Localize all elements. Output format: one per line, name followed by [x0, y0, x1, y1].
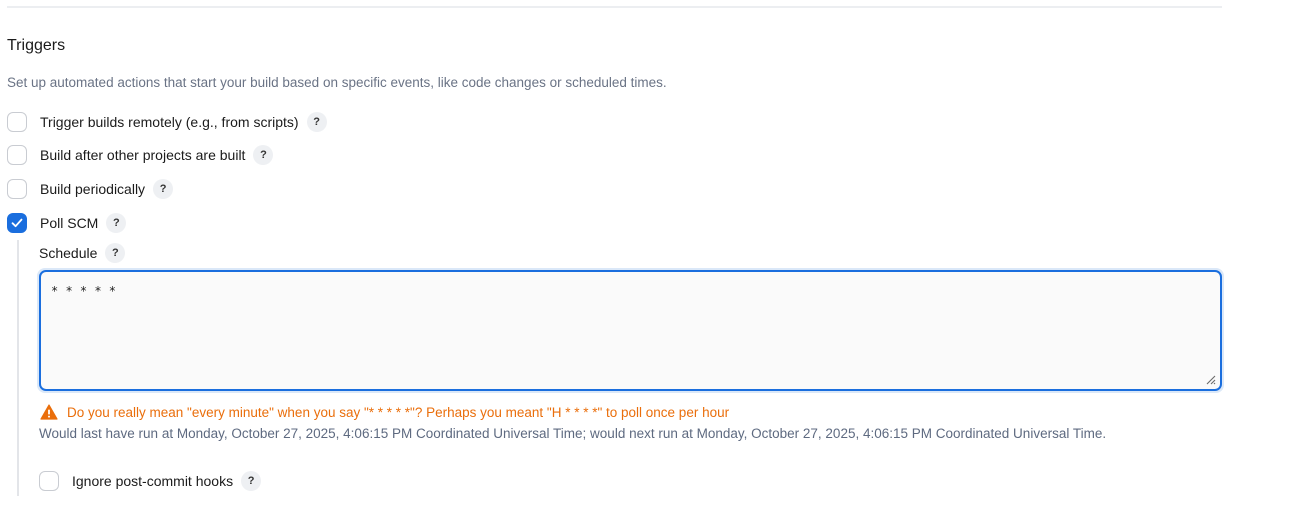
- poll-scm-label[interactable]: Poll SCM: [40, 215, 98, 231]
- schedule-label-row: Schedule ?: [39, 242, 126, 264]
- build-after-checkbox[interactable]: [7, 145, 27, 165]
- build-periodically-option[interactable]: Build periodically ?: [7, 178, 174, 200]
- poll-scm-option[interactable]: Poll SCM ?: [7, 212, 127, 234]
- build-periodically-label[interactable]: Build periodically: [40, 181, 145, 197]
- section-divider: [7, 6, 1222, 8]
- trigger-remote-checkbox[interactable]: [7, 112, 27, 132]
- nested-section-line: [17, 240, 19, 496]
- build-after-label[interactable]: Build after other projects are built: [40, 147, 245, 163]
- schedule-textarea[interactable]: * * * * *: [39, 270, 1222, 391]
- build-after-help-icon[interactable]: ?: [253, 145, 274, 165]
- poll-scm-help-icon[interactable]: ?: [106, 213, 127, 233]
- checkmark-icon: [11, 218, 23, 228]
- schedule-run-info: Would last have run at Monday, October 2…: [39, 426, 1107, 441]
- build-periodically-help-icon[interactable]: ?: [153, 179, 174, 199]
- build-periodically-checkbox[interactable]: [7, 179, 27, 199]
- trigger-remote-label[interactable]: Trigger builds remotely (e.g., from scri…: [40, 114, 299, 130]
- ignore-hooks-checkbox[interactable]: [39, 471, 59, 491]
- schedule-textarea-focus-ring: * * * * *: [37, 268, 1224, 393]
- trigger-remote-option[interactable]: Trigger builds remotely (e.g., from scri…: [7, 111, 327, 133]
- triggers-section: Triggers Set up automated actions that s…: [0, 0, 1300, 519]
- trigger-remote-help-icon[interactable]: ?: [306, 112, 327, 132]
- schedule-help-icon[interactable]: ?: [105, 243, 126, 263]
- section-description: Set up automated actions that start your…: [7, 75, 667, 90]
- ignore-hooks-help-icon[interactable]: ?: [241, 471, 262, 491]
- ignore-hooks-option[interactable]: Ignore post-commit hooks ?: [39, 470, 262, 492]
- warning-triangle-icon: [40, 404, 58, 420]
- build-after-option[interactable]: Build after other projects are built ?: [7, 144, 274, 166]
- schedule-label: Schedule: [39, 245, 98, 261]
- ignore-hooks-label[interactable]: Ignore post-commit hooks: [72, 473, 233, 489]
- schedule-warning-text: Do you really mean "every minute" when y…: [67, 404, 730, 420]
- resize-grip-icon[interactable]: [1204, 373, 1216, 385]
- schedule-warning: Do you really mean "every minute" when y…: [40, 404, 729, 420]
- section-title: Triggers: [7, 37, 66, 54]
- poll-scm-checkbox[interactable]: [7, 213, 27, 233]
